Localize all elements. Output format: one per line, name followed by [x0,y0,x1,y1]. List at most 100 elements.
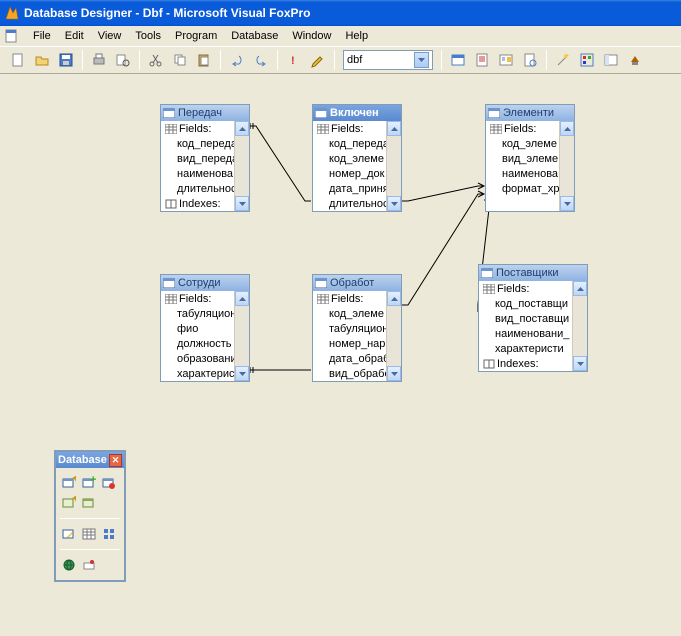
table-icon [163,108,175,118]
copy-button[interactable] [169,49,191,71]
svg-text:+: + [90,476,96,486]
browse-button[interactable] [80,525,98,543]
scrollbar[interactable] [559,121,574,211]
scroll-up-icon[interactable] [573,281,587,296]
open-button[interactable] [31,49,53,71]
paste-button[interactable] [193,49,215,71]
field-item[interactable]: наименовани_ [479,326,587,341]
scrollbar[interactable] [234,121,249,211]
autoform-button[interactable] [495,49,517,71]
toolbox-header[interactable]: Database ✕ [56,452,124,468]
menu-database[interactable]: Database [224,28,285,44]
menu-window[interactable]: Window [285,28,338,44]
table-header[interactable]: Включен [313,105,401,121]
grid-icon [317,294,329,304]
new-button[interactable] [7,49,29,71]
scroll-up-icon[interactable] [387,121,401,136]
menu-tools[interactable]: Tools [128,28,168,44]
svg-text:✦: ✦ [71,496,76,505]
book-icon [165,199,177,209]
modify-table-button[interactable] [60,525,78,543]
scroll-down-icon[interactable] [235,366,249,381]
document-icon[interactable] [4,28,20,44]
table-title: Сотруди [178,277,221,289]
scrollbar[interactable] [572,281,587,371]
scroll-up-icon[interactable] [235,291,249,306]
field-item[interactable]: код_поставщи [479,296,587,311]
database-toolbox[interactable]: Database ✕ ✦ + ✦ [54,450,126,582]
main-toolbar: ! dbf [0,46,681,74]
scrollbar[interactable] [386,121,401,211]
indexes-header: Indexes: [479,356,587,371]
object-browser-button[interactable] [600,49,622,71]
menu-file[interactable]: File [26,28,58,44]
table-icon [488,108,500,118]
scroll-down-icon[interactable] [387,366,401,381]
scroll-down-icon[interactable] [387,196,401,211]
undo-button[interactable] [226,49,248,71]
class-browser-button[interactable] [576,49,598,71]
new-remote-view-button[interactable]: ✦ [60,494,78,512]
edit-procedures-button[interactable] [100,525,118,543]
new-local-view-button[interactable] [80,494,98,512]
report-button[interactable] [471,49,493,71]
grid-icon [317,124,329,134]
scrollbar[interactable] [386,291,401,381]
modify-button[interactable] [307,49,329,71]
chevron-down-icon[interactable] [414,52,429,68]
toolbox-separator [60,549,120,550]
form-button[interactable] [447,49,469,71]
table-title: Обработ [330,277,374,289]
grid-icon [483,284,495,294]
field-item[interactable]: характеристи [479,341,587,356]
save-button[interactable] [55,49,77,71]
field-item[interactable]: вид_поставщи [479,311,587,326]
menu-view[interactable]: View [91,28,129,44]
database-combo[interactable]: dbf [343,50,433,70]
connections-button[interactable] [60,556,78,574]
table-elementi[interactable]: Элементи Fields: код_элеме вид_элеме наи… [485,104,575,212]
remove-table-button[interactable] [100,474,118,492]
menu-program[interactable]: Program [168,28,224,44]
menu-edit[interactable]: Edit [58,28,91,44]
table-title: Включен [330,107,379,119]
scrollbar[interactable] [234,291,249,381]
print-button[interactable] [88,49,110,71]
close-icon[interactable]: ✕ [109,454,122,467]
redo-button[interactable] [250,49,272,71]
table-header[interactable]: Сотруди [161,275,249,291]
toolbox-title: Database [58,454,107,466]
new-table-button[interactable]: ✦ [60,474,78,492]
table-postavshiki[interactable]: Поставщики Fields: код_поставщи вид_пост… [478,264,588,372]
designer-canvas[interactable]: Передач Fields: код_переда вид_переда на… [0,74,681,636]
cut-button[interactable] [145,49,167,71]
window-titlebar: Database Designer - Dbf - Microsoft Visu… [0,0,681,26]
toolbar-separator [546,50,547,70]
table-header[interactable]: Элементи [486,105,574,121]
table-sotrudi[interactable]: Сотруди Fields: табуляцион фио должность… [160,274,250,382]
book-icon [483,359,495,369]
scroll-up-icon[interactable] [235,121,249,136]
table-header[interactable]: Поставщики [479,265,587,281]
scroll-down-icon[interactable] [235,196,249,211]
menu-help[interactable]: Help [338,28,375,44]
scroll-up-icon[interactable] [560,121,574,136]
scroll-up-icon[interactable] [387,291,401,306]
scroll-down-icon[interactable] [573,356,587,371]
print-preview-button[interactable] [112,49,134,71]
table-header[interactable]: Передач [161,105,249,121]
clean-up-button[interactable] [80,556,98,574]
app-icon [4,5,20,21]
table-peredach[interactable]: Передач Fields: код_переда вид_переда на… [160,104,250,212]
build-button[interactable] [624,49,646,71]
add-table-button[interactable]: + [80,474,98,492]
menu-bar: File Edit View Tools Program Database Wi… [0,26,681,46]
svg-text:!: ! [291,55,295,67]
autoreport-button[interactable] [519,49,541,71]
wizard-button[interactable] [552,49,574,71]
scroll-down-icon[interactable] [560,196,574,211]
run-button[interactable]: ! [283,49,305,71]
table-obrabot[interactable]: Обработ Fields: код_элеме табуляцион ном… [312,274,402,382]
table-header[interactable]: Обработ [313,275,401,291]
table-vklyuchen[interactable]: Включен Fields: код_переда код_элеме ном… [312,104,402,212]
